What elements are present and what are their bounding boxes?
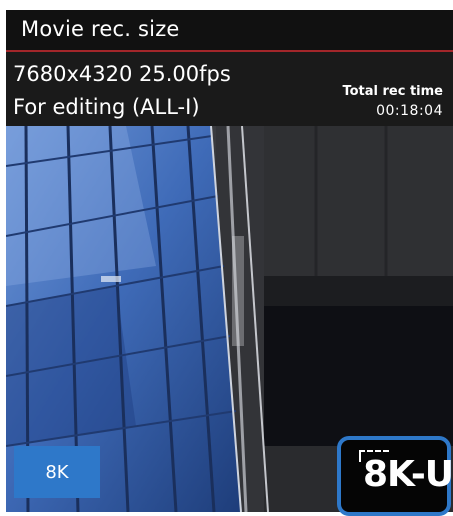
resolution-fps-text: 7680x4320 25.00fps bbox=[13, 62, 231, 86]
compression-text: For editing (ALL-I) bbox=[13, 95, 200, 119]
movie-size-8k-u-icon: 8K-U bbox=[337, 436, 453, 516]
menu-title: Movie rec. size bbox=[21, 17, 180, 41]
mode-icon-label: 8K-U bbox=[363, 454, 453, 495]
total-rec-time-value: 00:18:04 bbox=[376, 103, 443, 119]
resolution-tag: 8K bbox=[14, 446, 100, 498]
menu-header: Movie rec. size bbox=[6, 10, 453, 50]
setting-info-panel: 7680x4320 25.00fps For editing (ALL-I) T… bbox=[6, 52, 453, 126]
total-rec-time-label: Total rec time bbox=[342, 84, 443, 99]
